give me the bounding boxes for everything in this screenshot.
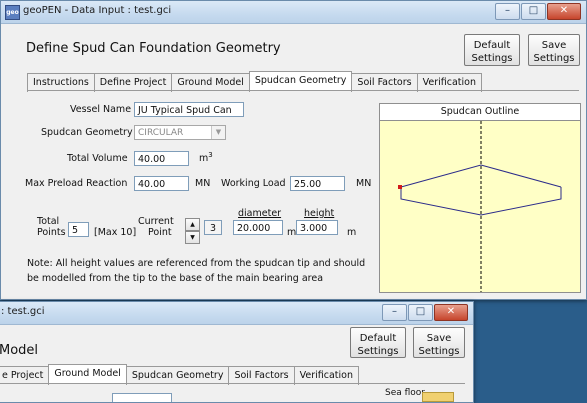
note-line-2: be modelled from the tip to the base of … [27,273,324,284]
second-tab-panel-border [0,383,465,384]
sea-floor-swatch [422,392,454,402]
total-volume-input[interactable]: 40.00 [134,151,189,166]
max-preload-input[interactable]: 40.00 [134,176,189,191]
volume-unit-text: m [199,153,209,165]
current-point-value: 3 [204,220,222,235]
maximize-icon[interactable]: □ [521,3,546,20]
current-point-down-icon[interactable]: ▼ [185,231,200,244]
total-volume-label: Total Volume [67,153,128,164]
minimize-icon[interactable]: – [495,3,520,20]
total-volume-unit: m3 [199,151,213,164]
second-title-bar[interactable]: : test.gci – □ ✕ [0,302,473,325]
total-points-label-line2: Points [37,227,66,238]
max-points-label: [Max 10] [94,227,137,238]
diameter-input[interactable]: 20.000 [233,220,283,235]
height-input[interactable]: 3.000 [296,220,338,235]
diameter-label: diameter [238,208,282,219]
working-load-unit: MN [356,178,372,189]
maximize-icon[interactable]: □ [408,304,433,321]
vessel-name-label: Vessel Name [70,104,132,115]
total-points-label: Total Points [37,216,66,238]
volume-unit-sup: 3 [208,151,213,159]
tab-ground-model[interactable]: Ground Model [48,364,127,383]
total-points-label-line1: Total [37,216,60,227]
current-point-label-line1: Current [138,216,174,227]
close-icon[interactable]: ✕ [547,3,581,20]
spudcan-outline-canvas [380,121,580,292]
tab-panel-border [27,90,579,91]
main-title-bar[interactable]: geo geoPEN - Data Input : test.gci – □ ✕ [1,1,586,24]
second-page-title: Model [0,343,39,358]
current-point-label: Current Point [138,216,174,238]
tab-spudcan-geometry[interactable]: Spudcan Geometry [248,71,353,90]
geopen-app-icon: geo [5,5,20,20]
main-window: geo geoPEN - Data Input : test.gci – □ ✕… [0,0,587,300]
note-line-1: Note: All height values are referenced f… [27,258,366,269]
spudcan-outline-panel: Spudcan Outline [379,103,581,293]
working-load-label: Working Load [221,178,286,189]
height-label: height [304,208,335,219]
close-icon[interactable]: ✕ [434,304,468,321]
working-load-input[interactable]: 25.00 [290,176,345,191]
current-point-label-line2: Point [148,227,172,238]
page-title: Define Spud Can Foundation Geometry [26,41,281,56]
preload-unit: MN [195,178,211,189]
spudcan-geometry-label: Spudcan Geometry [41,127,133,138]
spudcan-outline-drawing [398,121,562,292]
max-preload-label: Max Preload Reaction [25,178,128,189]
spudcan-outline-title: Spudcan Outline [380,104,580,121]
chevron-down-icon[interactable]: ▼ [211,126,225,139]
spudcan-geometry-value: CIRCULAR [138,128,184,138]
second-save-settings-button[interactable]: Save Settings [413,327,465,358]
total-points-input[interactable]: 5 [68,222,89,237]
minimize-icon[interactable]: – [382,304,407,321]
height-unit: m [347,227,357,238]
second-default-settings-button[interactable]: Default Settings [350,327,406,358]
second-window: : test.gci – □ ✕ Model Default Settings … [0,301,474,403]
save-settings-button[interactable]: Save Settings [528,34,580,66]
diameter-unit: m [287,227,297,238]
current-point-up-icon[interactable]: ▲ [185,218,200,231]
default-settings-button[interactable]: Default Settings [464,34,520,66]
current-point-marker [398,185,402,189]
vessel-name-input[interactable]: JU Typical Spud Can [134,102,244,117]
window-title: geoPEN - Data Input : test.gci [23,5,172,16]
ground-model-input[interactable] [112,393,172,402]
spudcan-geometry-select[interactable]: CIRCULAR ▼ [134,125,226,140]
second-window-title: : test.gci [1,306,45,317]
